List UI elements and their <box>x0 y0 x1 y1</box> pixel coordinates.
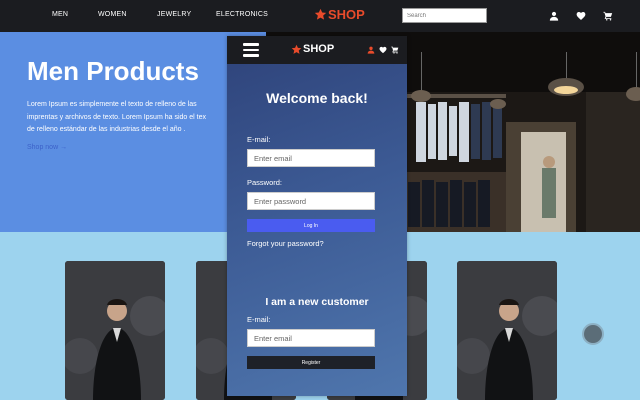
forgot-password-link[interactable]: Forgot your password? <box>247 239 324 248</box>
shop-now-link[interactable]: Shop now → <box>27 144 67 151</box>
nav-link-men[interactable]: MEN <box>52 11 68 18</box>
floating-action-button[interactable] <box>582 323 604 345</box>
product-card[interactable] <box>457 261 557 400</box>
heart-icon[interactable] <box>379 46 387 54</box>
mobile-shop-logo[interactable]: SHOP <box>291 43 334 55</box>
cart-icon[interactable] <box>391 46 399 54</box>
hero-text-line: de relleno estándar de las industrias de… <box>27 126 186 133</box>
nav-link-women[interactable]: WOMEN <box>98 11 127 18</box>
product-image <box>65 261 165 400</box>
logo-text: SHOP <box>328 7 365 22</box>
nav-link-jewelry[interactable]: JEWELRY <box>157 11 191 18</box>
hero-text-line: Lorem Ipsum es simplemente el texto de r… <box>27 101 197 108</box>
password-field[interactable] <box>247 192 375 210</box>
register-email-label: E-mail: <box>247 315 271 324</box>
search-input[interactable] <box>402 8 487 23</box>
mobile-header: SHOP <box>227 36 407 64</box>
register-button[interactable]: Register <box>247 356 375 369</box>
user-icon[interactable] <box>367 46 375 54</box>
welcome-heading: Welcome back! <box>266 90 368 106</box>
shop-logo[interactable]: SHOP <box>314 7 365 22</box>
nav-link-electronics[interactable]: ELECTRONICS <box>216 11 268 18</box>
register-email-field[interactable] <box>247 329 375 347</box>
mobile-login-panel: SHOP Welcome back! E-mail: Password: Log… <box>227 36 407 396</box>
hamburger-menu-icon[interactable] <box>243 43 259 57</box>
cart-icon[interactable] <box>603 11 613 21</box>
user-icon[interactable] <box>549 11 559 21</box>
hero-description: Lorem Ipsum es simplemente el texto de r… <box>27 99 255 137</box>
password-label: Password: <box>247 178 283 187</box>
product-card[interactable] <box>65 261 165 400</box>
email-field[interactable] <box>247 149 375 167</box>
star-icon <box>291 44 302 54</box>
email-label: E-mail: <box>247 135 271 144</box>
hero-title: Men Products <box>27 56 199 86</box>
new-customer-heading: I am a new customer <box>265 296 369 308</box>
mobile-logo-text: SHOP <box>303 43 335 55</box>
hero-text-line: imprentas y archivos de texto. Lorem Ips… <box>27 113 206 121</box>
star-icon <box>314 8 327 20</box>
login-button[interactable]: Log In <box>247 219 375 232</box>
heart-icon[interactable] <box>576 11 586 21</box>
top-navbar: MEN WOMEN JEWELRY ELECTRONICS SHOP <box>0 0 640 32</box>
product-image <box>457 261 557 400</box>
